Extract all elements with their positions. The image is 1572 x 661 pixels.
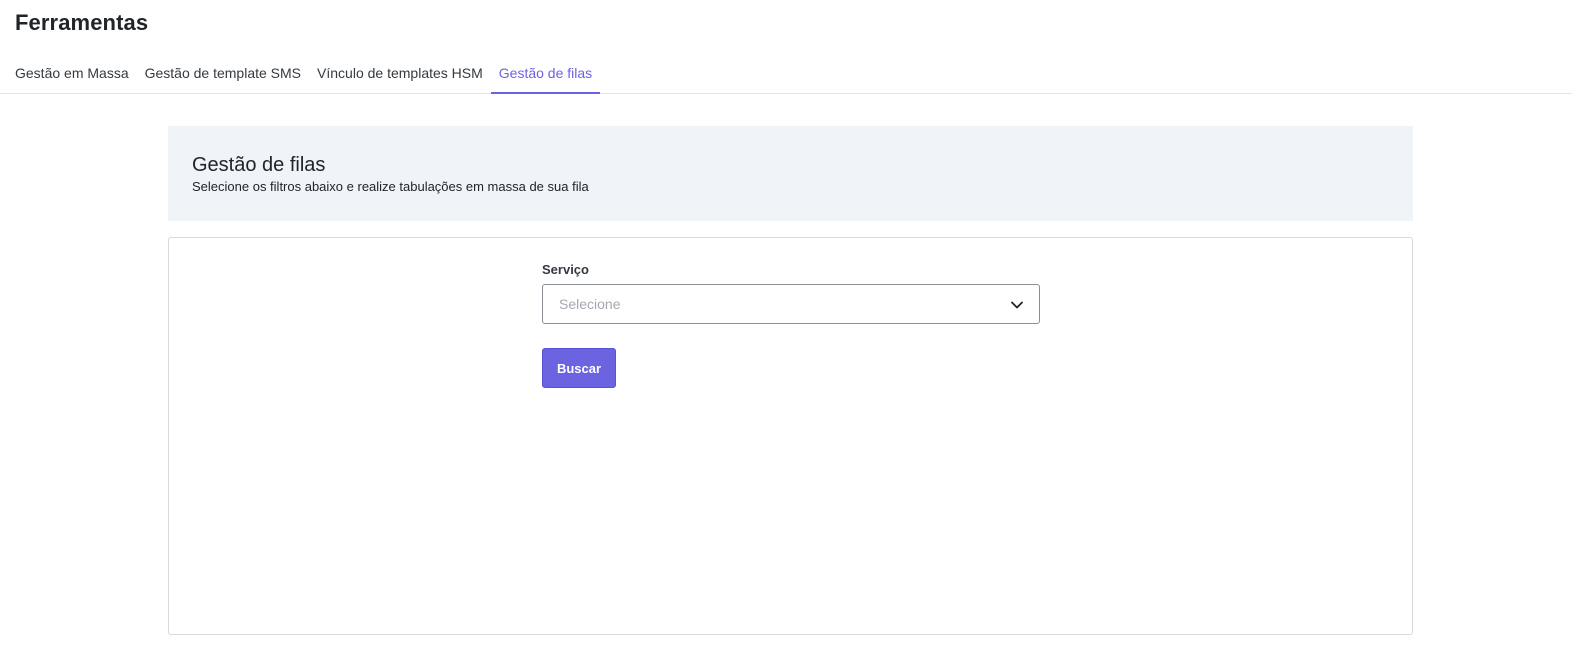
service-select-placeholder: Selecione [559,296,621,312]
tab-bar: Gestão em Massa Gestão de template SMS V… [0,52,1572,94]
tab-gestao-de-filas[interactable]: Gestão de filas [490,52,601,94]
service-label: Serviço [542,262,589,277]
search-button[interactable]: Buscar [542,348,616,388]
tab-gestao-em-massa[interactable]: Gestão em Massa [7,52,137,93]
section-header: Gestão de filas Selecione os filtros aba… [168,126,1413,221]
tab-gestao-template-sms[interactable]: Gestão de template SMS [137,52,309,93]
chevron-down-icon [1011,301,1023,309]
section-title: Gestão de filas [192,154,326,176]
service-select[interactable]: Selecione [542,284,1040,324]
page-title: Ferramentas [15,10,149,35]
filter-card: Serviço Selecione Buscar [168,237,1413,635]
tab-vinculo-templates-hsm[interactable]: Vínculo de templates HSM [309,52,491,93]
section-subtitle: Selecione os filtros abaixo e realize ta… [192,179,589,194]
